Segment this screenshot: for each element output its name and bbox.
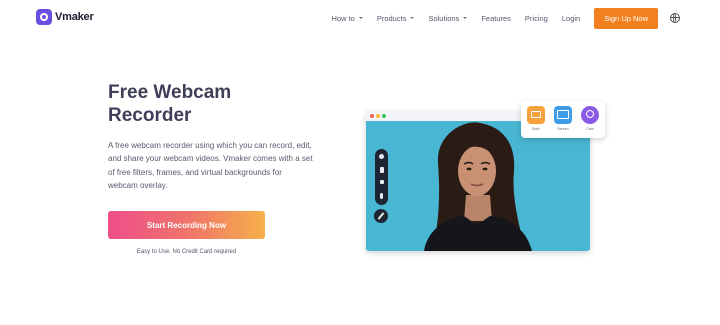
window-maximize-dot <box>382 114 386 118</box>
screen-and-cam-icon <box>527 106 545 124</box>
nav-item-label: Solutions <box>428 13 460 23</box>
settings-icon[interactable] <box>379 154 384 159</box>
nav-item-label: Products <box>376 13 407 23</box>
pause-icon[interactable] <box>379 167 384 173</box>
pen-icon[interactable] <box>374 209 388 223</box>
webcam-icon <box>581 106 599 124</box>
window-close-dot <box>370 114 374 118</box>
nav-item-products[interactable]: Products <box>377 14 415 23</box>
globe-icon[interactable] <box>670 13 680 23</box>
mode-label: Screen <box>557 127 569 131</box>
nav-links: How to Products Solutions Features Prici… <box>332 7 680 29</box>
stop-icon[interactable] <box>379 180 384 184</box>
brand-logo[interactable]: Vmaker <box>36 9 94 25</box>
mode-screen[interactable]: Screen <box>553 106 573 136</box>
start-recording-button[interactable]: Start Recording Now <box>108 211 265 239</box>
brand-name: Vmaker <box>55 11 94 23</box>
chevron-down-icon <box>463 17 468 19</box>
nav-item-pricing[interactable]: Pricing <box>525 14 548 23</box>
nav-item-login[interactable]: Login <box>562 14 580 23</box>
mode-cam[interactable]: Cam <box>580 106 600 136</box>
hero-description: A free webcam recorder using which you c… <box>108 141 313 191</box>
nav-item-how-to[interactable]: How to <box>332 14 363 23</box>
nav-item-solutions[interactable]: Solutions <box>428 13 468 23</box>
chevron-down-icon <box>410 17 415 19</box>
sign-up-button[interactable]: Sign Up Now <box>594 7 658 29</box>
screen-icon <box>554 106 572 124</box>
recording-controls <box>375 149 388 205</box>
webcam-video <box>366 121 590 251</box>
microphone-icon[interactable] <box>380 193 383 199</box>
mode-label: Both <box>532 127 540 131</box>
page-title: Free Webcam Recorder <box>108 82 232 126</box>
nav-item-features[interactable]: Features <box>481 14 511 23</box>
vmaker-logo-icon <box>36 9 52 25</box>
window-minimize-dot <box>376 114 380 118</box>
top-navigation: Vmaker How to Products Solutions Feature… <box>0 0 720 36</box>
cta-note: Easy to Use. No Credit Card required <box>136 249 237 255</box>
chevron-down-icon <box>358 17 363 19</box>
mode-label: Cam <box>586 127 594 131</box>
recording-mode-selector: Both Screen Cam <box>521 101 605 138</box>
mode-both[interactable]: Both <box>526 106 546 136</box>
nav-item-label: How to <box>331 13 355 23</box>
person-image <box>424 122 532 251</box>
